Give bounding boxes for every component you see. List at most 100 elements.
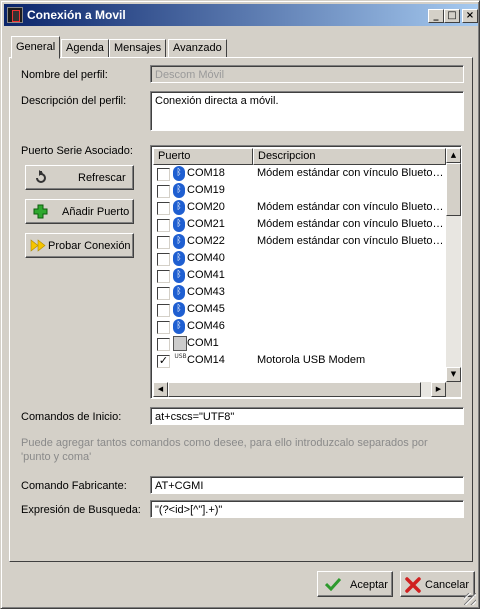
test-connection-label: Probar Conexión [48,240,131,252]
search-expression-label: Expresión de Busqueda: [21,504,141,516]
ports-table[interactable]: Puerto Descripcion ᛒ COM18 Módem estándar … [150,145,462,399]
fast-forward-icon [30,239,46,255]
tab-avanzado[interactable]: Avanzado [168,39,227,58]
table-row[interactable]: ᛒ COM19 [153,182,446,199]
port-description: Módem estándar con vínculo Bluetoo... [257,218,447,230]
profile-name-field[interactable]: Descom Móvil [150,65,464,83]
maximize-button[interactable]: □ [444,9,460,23]
scroll-down-button[interactable]: ▼ [446,367,461,382]
table-row[interactable]: ᛒ COM46 [153,318,446,335]
bluetooth-icon: ᛒ [173,268,185,283]
bluetooth-icon: ᛒ [173,217,185,232]
port-name: COM43 [187,286,225,298]
port-checkbox[interactable] [157,270,170,283]
close-button[interactable]: × [462,9,478,23]
window-title: Conexión a Movil [27,8,126,22]
vertical-scroll-thumb[interactable] [446,163,461,216]
port-name: COM40 [187,252,225,264]
port-checkbox[interactable] [157,202,170,215]
port-checkbox[interactable]: ✓ [157,355,170,368]
scroll-left-button[interactable]: ◀ [153,382,168,397]
cancel-label: Cancelar [425,579,470,591]
port-description: Módem estándar con vínculo Bluetoo... [257,201,447,213]
tab-agenda[interactable]: Agenda [61,39,109,58]
table-rows: ᛒ COM18 Módem estándar con vínculo Bluetoo… [153,165,447,369]
table-row[interactable]: ᛒ COM40 [153,250,446,267]
port-checkbox[interactable] [157,304,170,317]
test-connection-button[interactable]: Probar Conexión [25,233,134,258]
table-row[interactable]: ᛒ COM21 Módem estándar con vínculo Bluetoo… [153,216,447,233]
bluetooth-icon: ᛒ [173,251,185,266]
port-name: COM46 [187,320,225,332]
plus-icon [33,204,48,222]
profile-desc-field[interactable]: Conexión directa a móvil. [150,91,464,131]
horizontal-scroll-thumb[interactable] [168,382,421,397]
serial-port-label: Puerto Serie Asociado: [21,145,133,157]
refresh-label: Refrescar [78,172,126,184]
init-commands-field[interactable]: at+cscs="UTF8" [150,407,464,425]
port-description: Motorola USB Modem [257,354,366,366]
port-description: Módem estándar con vínculo Bluetoo... [257,235,447,247]
port-checkbox[interactable] [157,236,170,249]
port-name: COM45 [187,303,225,315]
x-icon [405,577,421,596]
port-name: COM18 [187,167,225,179]
port-name: COM21 [187,218,225,230]
general-panel: Nombre del perfil: Descom Móvil Descripc… [9,57,473,562]
profile-desc-label: Descripción del perfil: [21,95,127,107]
port-checkbox[interactable] [157,219,170,232]
table-row[interactable]: ᛒ COM22 Módem estándar con vínculo Bluetoo… [153,233,447,250]
port-checkbox[interactable] [157,287,170,300]
scroll-up-button[interactable]: ▲ [446,148,461,163]
add-port-label: Añadir Puerto [62,206,130,218]
table-header: Puerto Descripcion [153,148,446,165]
bluetooth-icon: ᛒ [173,234,185,249]
table-row[interactable]: ᛒ COM41 [153,267,446,284]
vertical-scrollbar[interactable]: ▲ ▼ [446,148,461,382]
serial-port-icon [173,336,187,351]
port-name: COM19 [187,184,225,196]
table-row[interactable]: ᛒ COM20 Módem estándar con vínculo Bluetoo… [153,199,447,216]
bluetooth-icon: ᛒ [173,183,185,198]
port-name: COM22 [187,235,225,247]
usb-icon: USB [174,353,187,360]
port-checkbox[interactable] [157,321,170,334]
table-row[interactable]: ᛒ COM43 [153,284,446,301]
minimize-button[interactable]: _ [428,9,444,23]
port-checkbox[interactable] [157,253,170,266]
table-row[interactable]: ᛒ COM45 [153,301,446,318]
port-name: COM1 [187,337,219,349]
resize-grip[interactable] [464,593,476,605]
horizontal-scrollbar[interactable]: ◀ ▶ [153,382,446,397]
column-header-puerto[interactable]: Puerto [153,148,253,165]
profile-name-label: Nombre del perfil: [21,69,108,81]
title-bar[interactable]: Conexión a Movil _ □ × [4,4,478,26]
bluetooth-icon: ᛒ [173,302,185,317]
add-port-button[interactable]: Añadir Puerto [25,199,134,224]
refresh-button[interactable]: Refrescar [25,165,134,190]
search-expression-field[interactable]: "(?<id>[^"].+)" [150,500,464,518]
accept-button[interactable]: Aceptar [317,571,393,597]
tab-general[interactable]: General [11,36,61,59]
scroll-right-button[interactable]: ▶ [431,382,446,397]
port-checkbox[interactable] [157,185,170,198]
tab-mensajes[interactable]: Mensajes [109,39,167,58]
port-name: COM41 [187,269,225,281]
port-checkbox[interactable] [157,338,170,351]
init-commands-label: Comandos de Inicio: [21,411,122,423]
column-header-descripcion[interactable]: Descripcion [253,148,446,165]
port-description: Módem estándar con vínculo Bluetoo... [257,167,447,179]
init-commands-note: Puede agregar tantos comandos como desee… [21,437,428,463]
app-icon [7,7,23,23]
bluetooth-icon: ᛒ [173,319,185,334]
manufacturer-command-field[interactable]: AT+CGMI [150,476,464,494]
bluetooth-icon: ᛒ [173,285,185,300]
table-row[interactable]: ᛒ COM18 Módem estándar con vínculo Bluetoo… [153,165,447,182]
table-row[interactable]: COM1 [153,335,446,352]
port-name: COM14 [187,354,225,366]
checkmark-icon [324,577,342,594]
port-checkbox[interactable] [157,168,170,181]
scroll-corner [446,382,461,397]
table-row[interactable]: ✓ USB COM14 Motorola USB Modem [153,352,446,369]
dialog-window: Conexión a Movil _ □ × General Agenda Me… [0,0,480,609]
